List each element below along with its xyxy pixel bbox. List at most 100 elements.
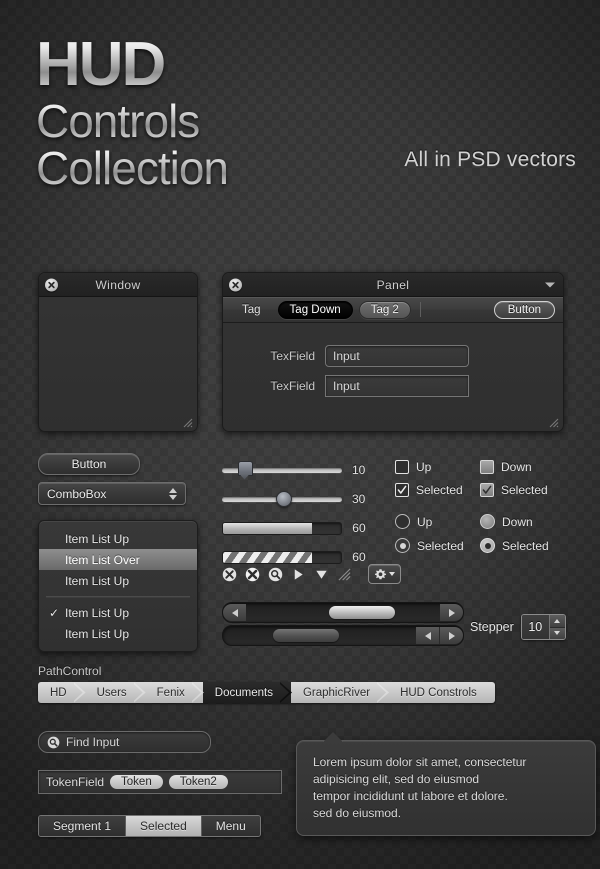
arrow-left-icon[interactable] [416,627,440,644]
gear-menu-button[interactable] [368,564,401,584]
scrollbar-thumb[interactable] [273,629,339,642]
list-item-checked[interactable]: ✓ Item List Up [39,602,197,623]
segmented-control: Segment 1 Selected Menu [38,815,261,837]
arrow-down-icon[interactable] [549,627,565,639]
slider-track[interactable] [222,460,342,476]
title-line-hud: HUD [36,34,228,96]
list-item[interactable]: Item List Up [39,570,197,591]
scrollbar-horizontal-dark[interactable] [222,625,464,646]
token-pill[interactable]: Token2 [168,775,228,789]
list-item-label: Item List Up [65,626,130,641]
checkbox-selected-down[interactable]: Selected [480,483,565,497]
checkbox-up[interactable]: Up [395,460,480,474]
list-item[interactable]: Item List Up [39,528,197,549]
arrow-up-icon[interactable] [549,615,565,628]
stepper-buttons [548,615,565,639]
radio-down[interactable]: Down [480,514,565,529]
close-circle-icon[interactable] [45,278,58,291]
textfield-input-2[interactable]: Input [325,375,469,397]
window-body [39,296,197,431]
breadcrumb-item-documents[interactable]: Documents [202,682,291,703]
breadcrumb-item-graphicriver[interactable]: GraphicRiver [290,682,388,703]
textfield-input-1[interactable]: Input [325,345,469,367]
breadcrumb: HD Users Fenix Documents GraphicRiver HU… [38,682,495,703]
checkbox-row-1: Up Down [395,460,565,474]
title-line-controls: Controls [36,98,228,144]
chevron-down-icon [389,572,395,576]
find-input[interactable]: Find Input [38,731,211,753]
resize-grip-icon[interactable] [180,415,193,428]
textfield-label-2: TexField [270,379,315,393]
resize-grip-icon[interactable] [546,415,559,428]
tab-tag-2[interactable]: Tag 2 [358,300,411,319]
item-list-menu: Item List Up Item List Over Item List Up… [38,520,198,652]
list-separator [46,596,190,597]
radio-selected[interactable]: Selected [395,538,480,553]
breadcrumb-item-hd[interactable]: HD [38,682,85,703]
combobox[interactable]: ComboBox [38,482,186,505]
radio-row-1: Up Down [395,514,565,529]
list-item-label: Item List Over [65,552,140,567]
search-circle-icon[interactable] [268,567,283,582]
scrollbar-thumb[interactable] [329,606,396,619]
radio-label: Up [417,514,433,529]
token-pill[interactable]: Token [110,775,163,789]
arrow-left-icon[interactable] [223,604,246,621]
breadcrumb-item-fenix[interactable]: Fenix [144,682,203,703]
arrow-right-icon[interactable] [440,604,463,621]
stepper-label: Stepper [470,620,514,634]
token-field-label: TokenField [46,775,105,789]
checkmark-icon: ✓ [49,605,60,620]
stepper-box[interactable]: 10 [520,614,566,640]
breadcrumb-item-users[interactable]: Users [84,682,145,703]
radio-selected-icon [395,538,410,553]
close-circle-icon[interactable] [222,567,237,582]
slider-track[interactable] [222,490,342,507]
breadcrumb-label: Fenix [156,686,185,699]
slider-pointer-handle[interactable] [238,460,253,476]
segment-1[interactable]: Segment 1 [39,816,127,836]
radio-selected-down[interactable]: Selected [480,538,565,553]
breadcrumb-label: Users [96,686,127,699]
token-field[interactable]: TokenField Token Token2 [38,770,282,794]
radio-up[interactable]: Up [395,514,480,529]
close-circle-bold-icon[interactable] [245,567,260,582]
resize-grip-icon[interactable] [337,567,352,582]
stepper-value[interactable]: 10 [521,615,549,639]
scrollbar-trough[interactable] [246,604,440,621]
scrollbar-horizontal-light[interactable] [222,602,464,623]
tab-tag-down[interactable]: Tag Down [277,300,353,319]
play-triangle-icon[interactable] [291,567,306,582]
checkbox-down[interactable]: Down [480,460,565,474]
title-line-collection: Collection [36,142,229,194]
list-item-over[interactable]: Item List Over [39,549,197,570]
slider-round-handle[interactable] [276,490,292,507]
hud-button[interactable]: Button [38,453,140,475]
checkbox-label: Selected [501,483,548,497]
chevron-down-icon[interactable] [545,282,555,287]
window-titlebar: Window [39,273,197,297]
checkbox-selected[interactable]: Selected [395,483,480,497]
slider-value: 30 [352,492,366,506]
tab-tag[interactable]: Tag [231,302,272,318]
breadcrumb-item-hud-constrols[interactable]: HUD Constrols [388,682,495,703]
segment-selected[interactable]: Selected [126,816,202,836]
slider-pointer-row: 10 [222,460,372,480]
checkbox-row-2: Selected Selected [395,483,565,497]
list-item[interactable]: Item List Up [39,623,197,644]
progress-value: 60 [352,521,366,535]
close-circle-icon[interactable] [229,278,242,291]
segment-menu[interactable]: Menu [201,816,260,836]
checkbox-label: Selected [416,483,463,497]
scrollbar-trough[interactable] [223,627,416,644]
slider-value: 10 [352,463,366,477]
panel-toolbar: Tag Tag Down Tag 2 Button [223,297,563,323]
arrow-right-icon[interactable] [440,627,463,644]
progress-fill-striped [223,551,312,563]
checkbox-icon [480,460,494,474]
panel-titlebar: Panel [223,273,563,297]
toolbar-button[interactable]: Button [493,300,555,319]
dropdown-triangle-icon[interactable] [314,567,329,582]
toolbar-separator [419,302,421,317]
checkbox-label: Up [416,460,432,474]
